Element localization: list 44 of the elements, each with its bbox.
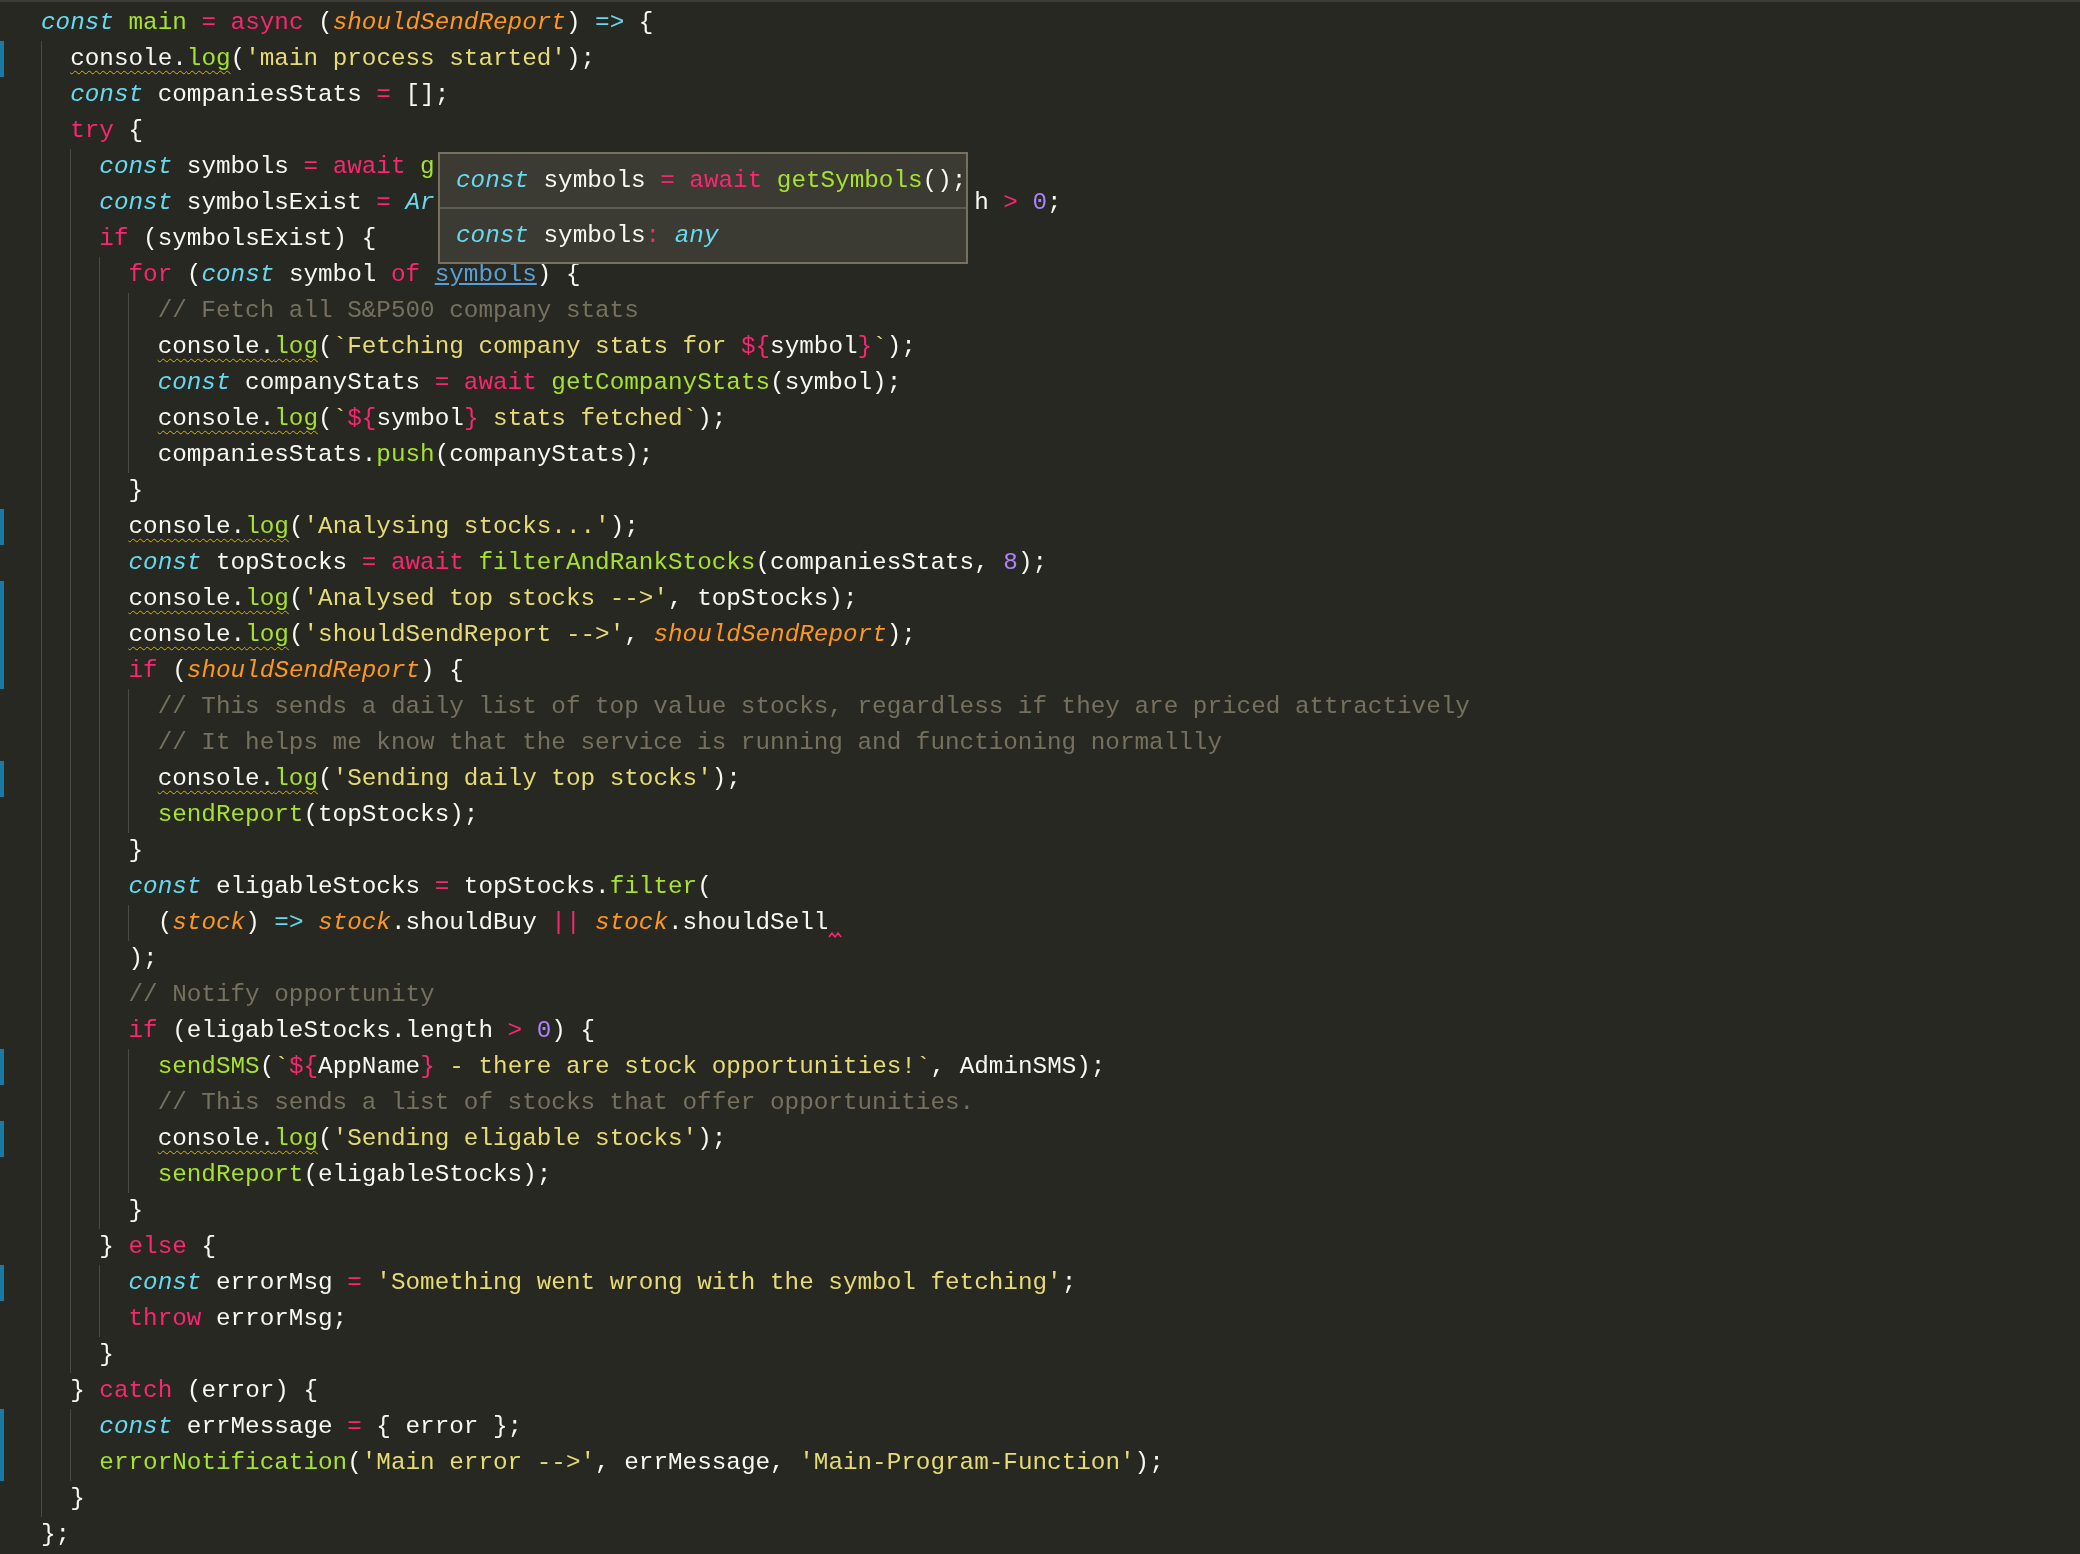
code-line: // This sends a list of stocks that offer opportunities.	[157, 1088, 975, 1118]
code-line: console.log('Sending daily top stocks');	[157, 764, 741, 794]
code-line: // This sends a daily list of top value stocks, regardless if they are priced attractively	[157, 692, 1470, 722]
code-line: console.log(`Fetching company stats for ${symbol}`);	[157, 332, 916, 362]
code-line: const topStocks = await filterAndRankStocks(companiesStats, 8);	[128, 548, 1048, 578]
tooltip-code-line: const symbols: any	[456, 222, 719, 249]
code-line: }	[128, 1196, 144, 1226]
code-line: console.log(`${symbol} stats fetched`);	[157, 404, 727, 434]
code-line: console.log('main process started');	[70, 44, 596, 74]
code-line: }	[128, 836, 144, 866]
code-line: const main = async (shouldSendReport) => {	[41, 8, 654, 38]
code-line: const errMessage = { error };	[99, 1412, 523, 1442]
code-line: if (eligableStocks.length > 0) {	[128, 1016, 596, 1046]
code-line: (stock) => stock.shouldBuy || stock.shouldSell	[157, 908, 829, 938]
tooltip-code-line: const symbols = await getSymbols();	[456, 167, 967, 194]
code-line: const errorMsg = 'Something went wrong with the symbol fetching';	[128, 1268, 1077, 1298]
code-line: console.log('shouldSendReport -->', shouldSendReport);	[128, 620, 916, 650]
code-line: };	[41, 1520, 71, 1550]
code-line: errorNotification('Main error -->', errMessage, 'Main-Program-Function');	[99, 1448, 1164, 1478]
code-line: const symbols = await g	[99, 152, 435, 182]
code-line: const eligableStocks = topStocks.filter(	[128, 872, 712, 902]
code-line: );	[128, 944, 158, 974]
code-line: if (shouldSendReport) {	[128, 656, 464, 686]
code-line: } else {	[99, 1232, 216, 1262]
code-line: try {	[70, 116, 144, 146]
code-line: } catch (error) {	[70, 1376, 319, 1406]
code-line: if (symbolsExist) {	[99, 224, 377, 254]
code-line: sendReport(eligableStocks);	[157, 1160, 552, 1190]
code-line: const companyStats = await getCompanyStats(symbol);	[157, 368, 902, 398]
error-squiggle-icon	[828, 931, 843, 939]
code-line: // It helps me know that the service is running and functioning normallly	[157, 728, 1222, 758]
code-line: }	[99, 1340, 114, 1370]
code-line: // Notify opportunity	[128, 980, 435, 1010]
code-line: companiesStats.push(companyStats);	[157, 440, 654, 470]
code-line: sendReport(topStocks);	[157, 800, 479, 830]
code-line: console.log('Sending eligable stocks');	[157, 1124, 727, 1154]
code-line: throw errorMsg;	[128, 1304, 348, 1334]
code-line: console.log('Analysed top stocks -->', topStocks);	[128, 584, 858, 614]
code-line: console.log('Analysing stocks...');	[128, 512, 639, 542]
code-line: const companiesStats = [];	[70, 80, 450, 110]
code-line: }	[70, 1484, 85, 1514]
code-line: // Fetch all S&P500 company stats	[157, 296, 639, 326]
code-line: sendSMS(`${AppName} - there are stock opportunities!`, AdminSMS);	[157, 1052, 1106, 1082]
code-line: }	[128, 476, 144, 506]
